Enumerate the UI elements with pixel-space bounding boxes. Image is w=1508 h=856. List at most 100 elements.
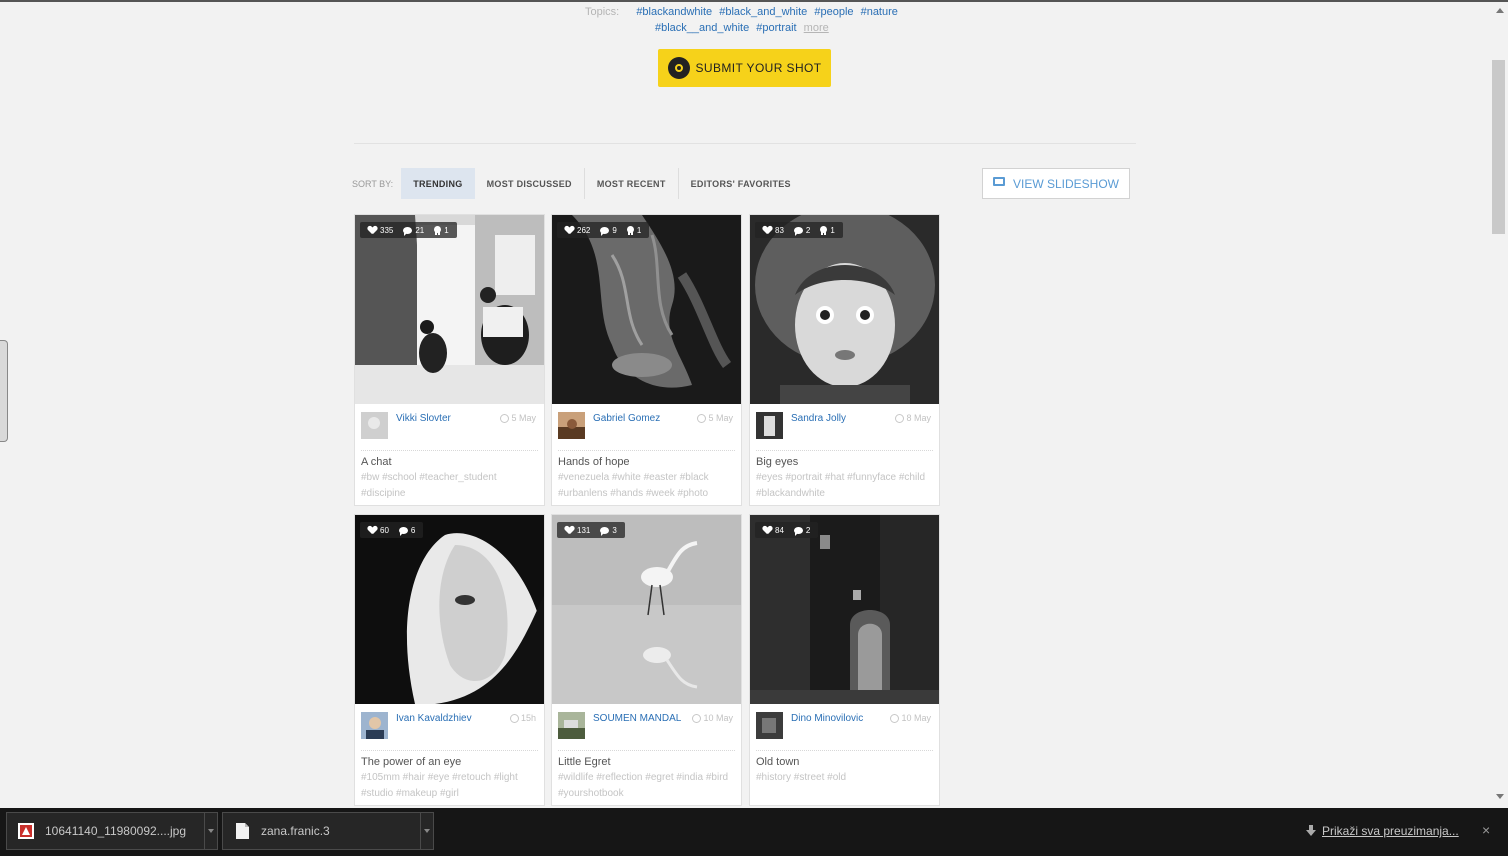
photo-old-town [750, 515, 939, 704]
download-item[interactable]: 10641140_11980092....jpg [6, 812, 218, 850]
topic-tag[interactable]: #black_and_white [719, 6, 807, 18]
comments-count: 2 [805, 225, 811, 235]
topic-tag[interactable]: #blackandwhite [636, 6, 712, 18]
photo-stats: 83 2 1 [755, 222, 843, 238]
download-options-arrow[interactable] [420, 813, 433, 849]
view-slideshow-button[interactable]: VIEW SLIDESHOW [982, 168, 1130, 199]
photo-a-chat [355, 215, 544, 404]
photo-tags: #history #street #old [756, 772, 847, 783]
photo-thumbnail[interactable]: 262 9 1 [552, 215, 741, 404]
comments-count: 3 [612, 525, 617, 535]
avatar[interactable] [756, 412, 783, 439]
comments-count: 6 [410, 525, 416, 535]
avatar[interactable] [756, 712, 783, 739]
topic-tag[interactable]: #nature [861, 6, 898, 18]
topics-label: Topics: [585, 6, 620, 18]
likes-count: 83 [775, 225, 784, 235]
awards-count: 1 [636, 225, 642, 235]
photo-big-eyes [750, 215, 939, 404]
topic-tag[interactable]: #people [814, 6, 853, 18]
card-header: Ivan Kavaldzhiev 15h [361, 712, 538, 740]
sort-tab-most-discussed[interactable]: MOST DISCUSSED [475, 168, 585, 199]
slideshow-label: VIEW SLIDESHOW [1012, 176, 1119, 191]
card-header: Gabriel Gomez 5 May [558, 412, 735, 440]
author-link[interactable]: Gabriel Gomez [593, 413, 688, 425]
photo-card: 131 3 SOUMEN MANDAL 10 May Little Egret … [551, 514, 742, 806]
clock-icon [509, 713, 519, 723]
photo-thumbnail[interactable]: 84 2 [750, 515, 939, 704]
card-header: Dino Minovilovic 10 May [756, 712, 933, 740]
likes-count: 84 [775, 525, 784, 535]
card-separator [558, 450, 735, 451]
clock-icon [697, 413, 707, 423]
avatar[interactable] [558, 712, 585, 739]
photo-title[interactable]: Big eyes [756, 456, 798, 468]
topic-tag[interactable]: #black__and_white [655, 22, 749, 34]
author-link[interactable]: Ivan Kavaldzhiev [396, 713, 491, 725]
card-separator [756, 750, 933, 751]
photo-card: 84 2 Dino Minovilovic 10 May Old town #h… [749, 514, 940, 806]
submit-your-shot-button[interactable]: SUBMIT YOUR SHOT [658, 49, 831, 87]
page-content: Topics: #blackandwhite #black_and_white … [0, 2, 1492, 808]
vertical-scrollbar[interactable] [1492, 2, 1508, 808]
sort-bar: SORT BY: TRENDING MOST DISCUSSED MOST RE… [352, 168, 803, 199]
sort-tab-editors-favorites[interactable]: EDITORS' FAVORITES [679, 168, 803, 199]
section-divider [354, 143, 1136, 144]
sort-tab-most-recent[interactable]: MOST RECENT [585, 168, 679, 199]
author-link[interactable]: Vikki Slovter [396, 413, 491, 425]
photo-thumbnail[interactable]: 83 2 1 [750, 215, 939, 404]
photo-power-of-an-eye [355, 515, 544, 704]
clock-icon [890, 713, 900, 723]
likes-count: 262 [577, 225, 591, 235]
photo-title[interactable]: Old town [756, 756, 799, 768]
card-header: Vikki Slovter 5 May [361, 412, 538, 440]
comment-icon [600, 526, 610, 536]
photo-title[interactable]: Hands of hope [558, 456, 630, 468]
date-text: 15h [520, 713, 536, 723]
topics-row-2: #black__and_white #portrait more [585, 20, 925, 36]
photo-card: 60 6 Ivan Kavaldzhiev 15h The power of a… [354, 514, 545, 806]
show-all-downloads-label: Prikaži sva preuzimanja... [1322, 824, 1459, 838]
photo-thumbnail[interactable]: 131 3 [552, 515, 741, 704]
date-text: 5 May [511, 413, 536, 423]
likes-count: 335 [380, 225, 394, 235]
post-date: 5 May [500, 413, 536, 423]
side-panel-tab[interactable] [0, 340, 8, 442]
photo-tags: #105mm #hair #eye #retouch #light #studi… [361, 772, 518, 799]
comments-count: 21 [415, 225, 425, 235]
photo-card: 83 2 1 Sandra Jolly 8 May Big eyes #eyes… [749, 214, 940, 506]
avatar[interactable] [361, 712, 388, 739]
clock-icon [895, 413, 905, 423]
photo-thumbnail[interactable]: 60 6 [355, 515, 544, 704]
heart-icon [368, 226, 377, 234]
awards-count: 1 [444, 225, 449, 235]
card-separator [361, 750, 538, 751]
author-link[interactable]: Dino Minovilovic [791, 713, 886, 725]
author-link[interactable]: Sandra Jolly [791, 413, 886, 425]
sort-tab-trending[interactable]: TRENDING [401, 168, 475, 199]
date-text: 8 May [906, 413, 931, 423]
photo-card: 262 9 1 Gabriel Gomez 5 May Hands of hop… [551, 214, 742, 506]
avatar[interactable] [558, 412, 585, 439]
download-options-arrow[interactable] [204, 813, 217, 849]
comments-count: 9 [612, 225, 617, 235]
topics: Topics: #blackandwhite #black_and_white … [585, 4, 925, 36]
heart-icon [565, 226, 574, 234]
photo-title[interactable]: The power of an eye [361, 756, 461, 768]
author-link[interactable]: SOUMEN MANDAL [593, 713, 688, 725]
topics-more-link[interactable]: more [804, 22, 829, 34]
topic-tag[interactable]: #portrait [756, 22, 796, 34]
show-all-downloads-link[interactable]: Prikaži sva preuzimanja... [1306, 824, 1459, 838]
photo-stats: 262 9 1 [557, 222, 650, 238]
sort-label: SORT BY: [352, 178, 394, 189]
likes-count: 60 [380, 525, 389, 535]
avatar[interactable] [361, 412, 388, 439]
photo-title[interactable]: Little Egret [558, 756, 611, 768]
scroll-down-arrow[interactable] [1496, 794, 1504, 799]
close-download-bar-icon[interactable]: × [1482, 822, 1490, 838]
download-item[interactable]: zana.franic.3 [222, 812, 434, 850]
photo-title[interactable]: A chat [361, 456, 392, 468]
photo-thumbnail[interactable]: 335 21 1 [355, 215, 544, 404]
scroll-thumb[interactable] [1492, 60, 1505, 234]
scroll-up-arrow[interactable] [1496, 8, 1504, 13]
